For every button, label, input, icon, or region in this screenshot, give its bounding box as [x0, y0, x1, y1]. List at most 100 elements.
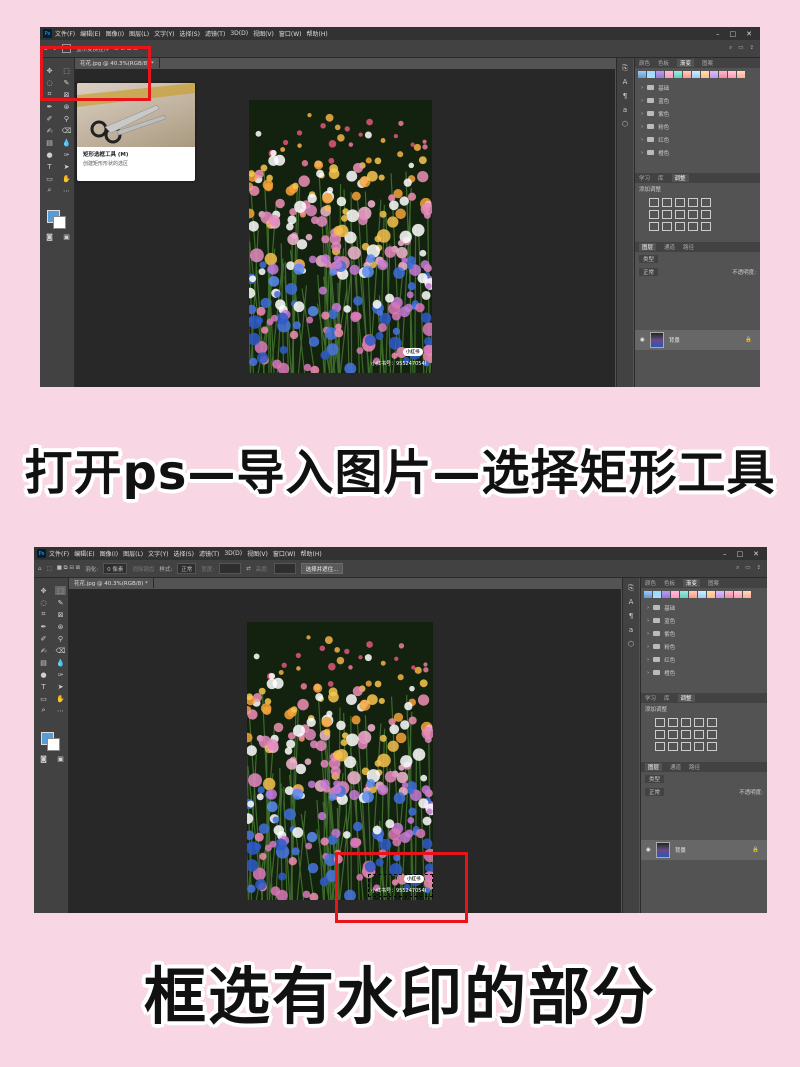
posterize-icon[interactable] [668, 742, 678, 751]
home-icon[interactable]: ⌂ [38, 566, 42, 572]
menu-type[interactable]: 文字(Y) [154, 29, 174, 38]
layer-background[interactable]: ◉ 背景 🔒 [635, 330, 760, 350]
menu-view[interactable]: 视图(V) [247, 549, 268, 558]
menu-image[interactable]: 图像(I) [106, 29, 124, 38]
document-tab[interactable]: 花花.jpg @ 40.3%(RGB/8) * [69, 578, 154, 588]
tab-swatches[interactable]: 色板 [658, 59, 669, 67]
gradient-swatch[interactable] [638, 71, 646, 78]
invert-icon[interactable] [655, 742, 665, 751]
vibrance-icon[interactable] [707, 718, 717, 727]
gradient-swatch[interactable] [737, 71, 745, 78]
curves-icon[interactable] [681, 718, 691, 727]
hand-icon[interactable]: ✋ [61, 174, 72, 183]
blend-mode-select[interactable]: 正常 [645, 788, 665, 796]
close-icon[interactable]: ✕ [753, 550, 759, 558]
tab-paths[interactable]: 路径 [689, 763, 700, 771]
brush-icon[interactable]: ✐ [44, 114, 55, 123]
width-input[interactable] [219, 563, 242, 574]
color-swatches[interactable] [47, 210, 66, 229]
paragraph-panel-icon[interactable]: ¶ [621, 92, 630, 100]
channel-mixer-icon[interactable] [701, 210, 711, 219]
folder-purple[interactable]: › 紫色 [641, 627, 767, 640]
minimize-icon[interactable]: – [716, 30, 720, 38]
folder-basic[interactable]: › 基础 [641, 601, 767, 614]
menu-select[interactable]: 选择(S) [173, 549, 194, 558]
history-brush-icon[interactable]: ✍ [44, 126, 55, 135]
gradient-swatch[interactable] [653, 591, 661, 598]
eye-icon[interactable]: ◉ [646, 847, 651, 853]
move-tool-icon[interactable]: ✥ [38, 586, 49, 595]
channel-mixer-icon[interactable] [707, 730, 717, 739]
select-and-mask-button[interactable]: 选择并遮住... [300, 563, 344, 574]
quick-select-icon[interactable]: ✎ [55, 598, 66, 607]
maximize-icon[interactable]: □ [737, 550, 744, 558]
type-icon[interactable]: T [38, 682, 49, 691]
menu-file[interactable]: 文件(F) [49, 549, 69, 558]
dodge-icon[interactable]: ● [44, 150, 55, 159]
folder-blue[interactable]: › 蓝色 [635, 94, 760, 107]
rectangular-marquee-icon[interactable]: ⬚ [55, 586, 66, 595]
menu-image[interactable]: 图像(I) [100, 549, 118, 558]
menu-3d[interactable]: 3D(D) [224, 550, 242, 557]
exposure-icon[interactable] [694, 718, 704, 727]
selective-color-icon[interactable] [707, 742, 717, 751]
layer-kind-select[interactable]: 类型 [645, 775, 665, 783]
swap-icon[interactable]: ⇄ [246, 566, 251, 572]
character-panel-icon[interactable]: A [621, 78, 630, 86]
tab-patterns[interactable]: 图案 [702, 59, 713, 67]
menu-layer[interactable]: 图层(L) [123, 549, 143, 558]
threshold-icon[interactable] [681, 742, 691, 751]
gradient-swatch[interactable] [671, 591, 679, 598]
tab-color[interactable]: 颜色 [639, 59, 650, 67]
quick-mask-icon[interactable]: ◙ [44, 232, 55, 241]
gradient-swatch[interactable] [743, 591, 751, 598]
more-tools-icon[interactable]: ⋯ [61, 186, 72, 195]
photo-filter-icon[interactable] [694, 730, 704, 739]
blur-icon[interactable]: 💧 [55, 658, 66, 667]
history-brush-icon[interactable]: ✍ [38, 646, 49, 655]
color-balance-icon[interactable] [662, 210, 672, 219]
tab-patterns[interactable]: 图案 [708, 579, 719, 587]
layer-kind-select[interactable]: 类型 [639, 255, 659, 263]
glyph-panel-icon[interactable]: a [621, 106, 630, 114]
search-icon[interactable]: ⌕ [736, 565, 739, 572]
tab-libraries[interactable]: 库 [664, 694, 670, 702]
hand-icon[interactable]: ✋ [55, 694, 66, 703]
curves-icon[interactable] [675, 198, 685, 207]
path-select-icon[interactable]: ➤ [61, 162, 72, 171]
tab-learn[interactable]: 学习 [639, 174, 650, 182]
gradient-swatch[interactable] [692, 71, 700, 78]
height-input[interactable] [273, 563, 296, 574]
healing-icon[interactable]: ⊛ [55, 622, 66, 631]
gradient-swatch[interactable] [734, 591, 742, 598]
brightness-icon[interactable] [655, 718, 665, 727]
workspace-icon[interactable]: ▭ [745, 565, 750, 572]
menu-filter[interactable]: 滤镜(T) [199, 549, 219, 558]
brightness-icon[interactable] [649, 198, 659, 207]
quick-mask-icon[interactable]: ◙ [38, 754, 49, 763]
blend-mode-select[interactable]: 正常 [639, 268, 659, 276]
photo-filter-icon[interactable] [688, 210, 698, 219]
color-balance-icon[interactable] [668, 730, 678, 739]
gradient-swatch[interactable] [656, 71, 664, 78]
frame-icon[interactable]: ⊠ [55, 610, 66, 619]
workspace-icon[interactable]: ▭ [738, 45, 743, 52]
share-icon[interactable]: ⇪ [749, 45, 754, 52]
tab-gradients[interactable]: 渐变 [677, 59, 695, 67]
stamp-icon[interactable]: ⚲ [55, 634, 66, 643]
style-select[interactable]: 正常 [177, 563, 197, 574]
background-color[interactable] [47, 738, 60, 751]
history-panel-icon[interactable]: ⎘ [621, 64, 630, 72]
feather-input[interactable]: 0 像素 [103, 563, 128, 574]
background-color[interactable] [53, 216, 66, 229]
menu-window[interactable]: 窗口(W) [279, 29, 302, 38]
blur-icon[interactable]: 💧 [61, 138, 72, 147]
glyph-panel-icon[interactable]: a [627, 626, 636, 634]
menu-file[interactable]: 文件(F) [55, 29, 75, 38]
gradient-swatch[interactable] [710, 71, 718, 78]
levels-icon[interactable] [668, 718, 678, 727]
bw-icon[interactable] [675, 210, 685, 219]
selective-color-icon[interactable] [701, 222, 711, 231]
pen-icon[interactable]: ✑ [55, 670, 66, 679]
path-select-icon[interactable]: ➤ [55, 682, 66, 691]
